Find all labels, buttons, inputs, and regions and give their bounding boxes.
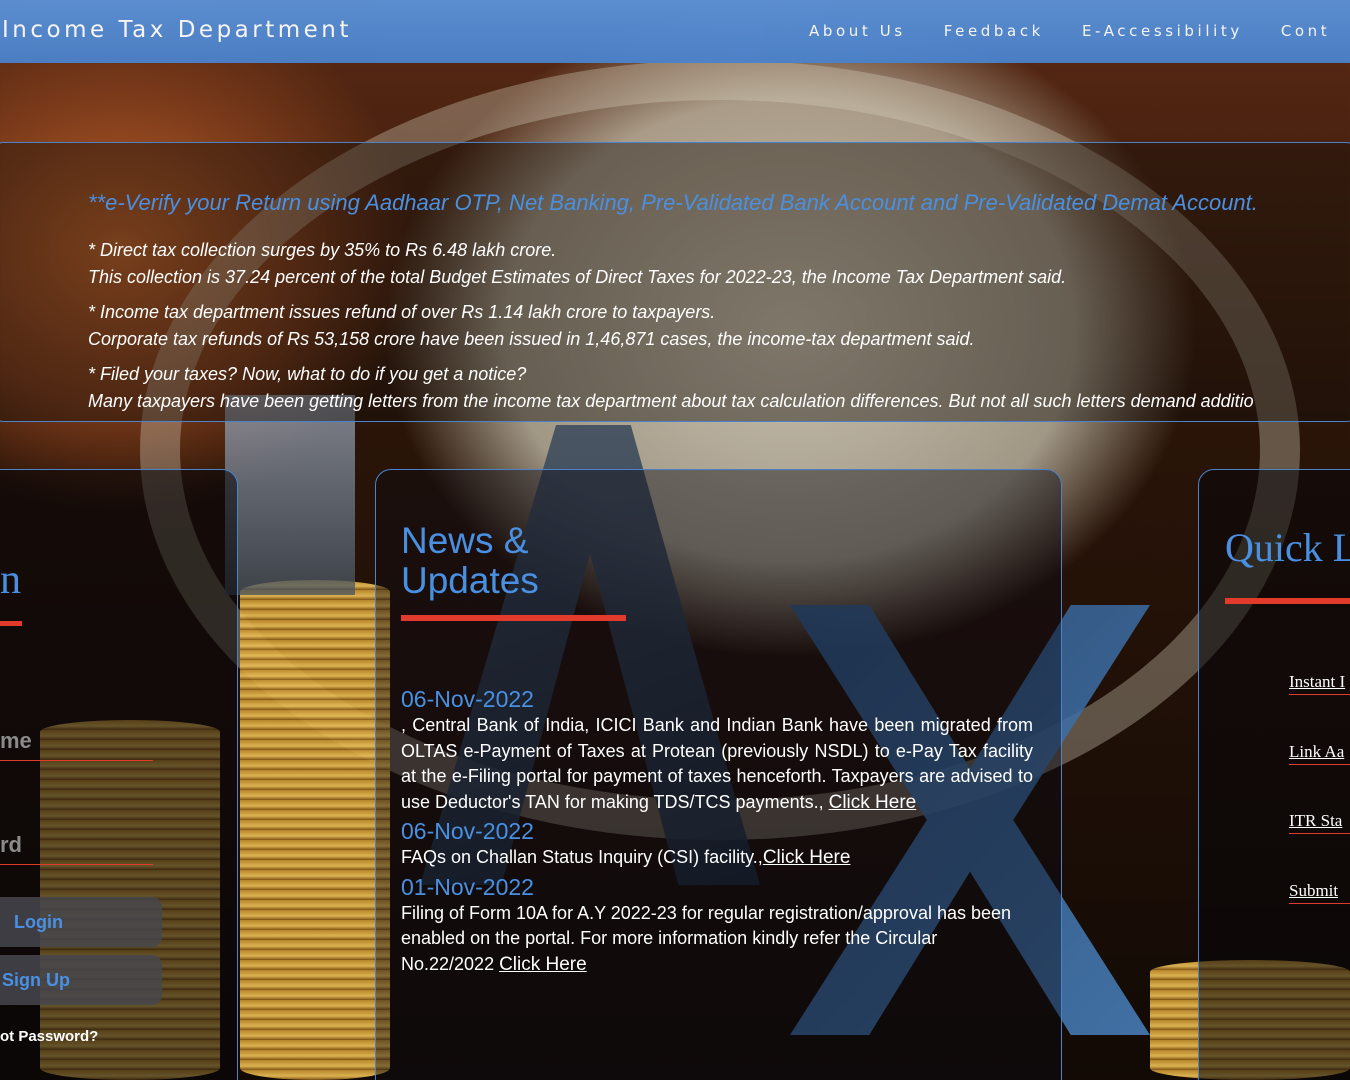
news-date: 06-Nov-2022	[401, 686, 534, 712]
quick-link-itr-status[interactable]: ITR Sta	[1289, 811, 1350, 834]
news-list: 06-Nov-2022 , Central Bank of India, ICI…	[401, 685, 1033, 979]
news-item-text: Filing of Form 10A for A.Y 2022-23 for r…	[401, 902, 1012, 974]
coin-stack-graphic	[240, 580, 390, 1080]
ticker-item-body: Many taxpayers have been getting letters…	[88, 391, 1254, 411]
news-item: , Central Bank of India, ICICI Bank and …	[401, 713, 1033, 815]
news-ticker-panel: **e-Verify your Return using Aadhaar OTP…	[0, 142, 1350, 422]
ticker-item-title: * Income tax department issues refund of…	[88, 302, 716, 322]
news-title-line: News &	[401, 520, 529, 561]
nav-contact[interactable]: Cont	[1281, 22, 1330, 40]
login-title: n	[0, 557, 21, 603]
ticker-item: * Direct tax collection surges by 35% to…	[88, 237, 1254, 291]
news-item: FAQs on Challan Status Inquiry (CSI) fac…	[401, 845, 1033, 871]
username-field[interactable]: me	[0, 728, 153, 761]
nav-about-us[interactable]: About Us	[809, 22, 906, 40]
news-item-text: FAQs on Challan Status Inquiry (CSI) fac…	[401, 847, 763, 867]
nav-feedback[interactable]: Feedback	[944, 22, 1044, 40]
top-nav: About Us Feedback E-Accessibility Cont	[809, 22, 1350, 40]
ticker-item-title: * Filed your taxes? Now, what to do if y…	[88, 364, 527, 384]
ticker-headline: **e-Verify your Return using Aadhaar OTP…	[88, 190, 1258, 215]
quick-link-instant[interactable]: Instant I	[1289, 672, 1350, 695]
quick-link-submit[interactable]: Submit	[1289, 881, 1350, 904]
quick-links-title: Quick L	[1225, 525, 1350, 570]
news-item: Filing of Form 10A for A.Y 2022-23 for r…	[401, 901, 1033, 978]
login-button[interactable]: Login	[0, 897, 162, 947]
quick-link-link-aadhaar[interactable]: Link Aa	[1289, 742, 1350, 765]
quick-links-title-underline	[1225, 598, 1350, 604]
news-date: 01-Nov-2022	[401, 873, 534, 900]
nav-e-accessibility[interactable]: E-Accessibility	[1082, 22, 1243, 40]
signup-button[interactable]: Sign Up	[0, 955, 162, 1005]
ticker-item-title: * Direct tax collection surges by 35% to…	[88, 240, 557, 260]
ticker-item-body: Corporate tax refunds of Rs 53,158 crore…	[88, 329, 975, 349]
news-item-text: , Central Bank of India, ICICI Bank and …	[401, 715, 1033, 812]
ticker-item: * Filed your taxes? Now, what to do if y…	[88, 361, 1254, 415]
news-title: News & Updates	[401, 521, 539, 601]
password-placeholder: rd	[0, 832, 22, 857]
news-click-here-link[interactable]: Click Here	[829, 792, 917, 813]
news-click-here-link[interactable]: Click Here	[763, 847, 851, 868]
news-date: 06-Nov-2022	[401, 818, 534, 844]
login-title-underline	[0, 621, 22, 626]
top-header: Income Tax Department About Us Feedback …	[0, 0, 1350, 63]
password-field[interactable]: rd	[0, 832, 153, 865]
news-click-here-link[interactable]: Click Here	[499, 954, 587, 975]
username-placeholder: me	[0, 728, 32, 753]
news-title-line: Updates	[401, 560, 539, 601]
ticker-item-body: This collection is 37.24 percent of the …	[88, 267, 1067, 287]
ticker-news-list: * Direct tax collection surges by 35% to…	[88, 237, 1254, 421]
ticker-item: * Income tax department issues refund of…	[88, 299, 1254, 353]
news-title-underline	[401, 615, 626, 621]
letter-t-graphic	[225, 395, 355, 595]
forgot-password-link[interactable]: ot Password?	[0, 1028, 98, 1045]
site-brand[interactable]: Income Tax Department	[2, 17, 352, 43]
